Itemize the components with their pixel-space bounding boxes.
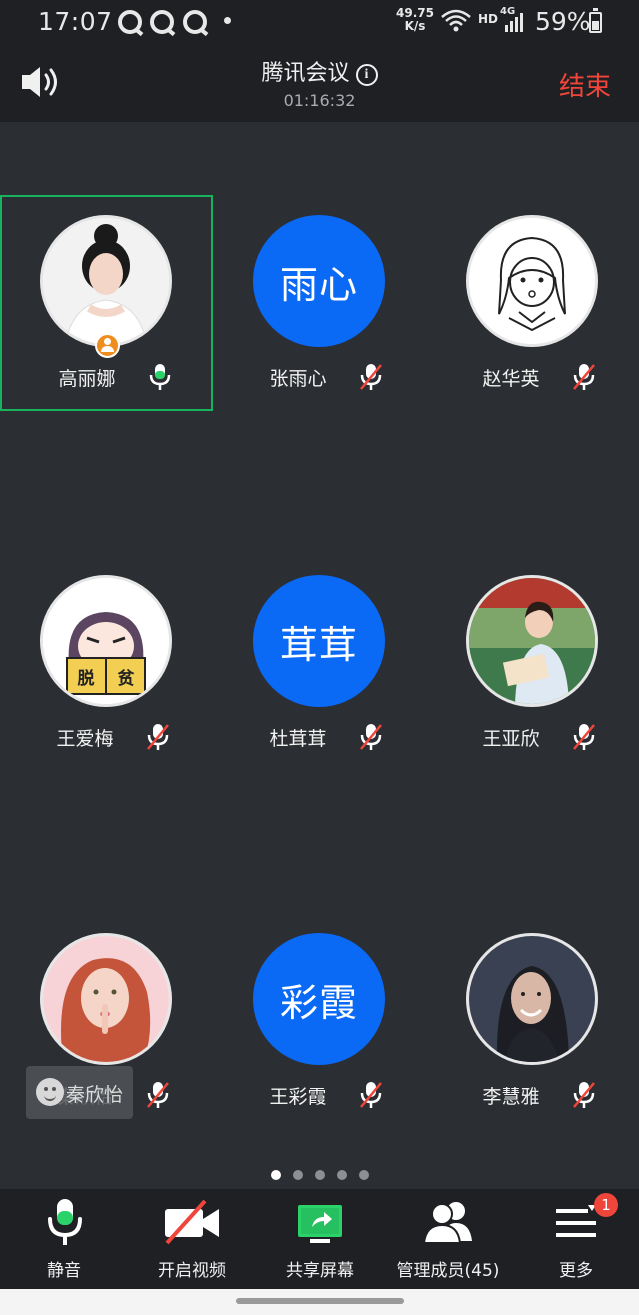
- page-indicator[interactable]: [0, 1165, 639, 1180]
- more-notifications-dot-icon: [224, 17, 231, 24]
- manage-members-button[interactable]: 管理成员(45): [384, 1189, 512, 1289]
- more-label: 更多: [559, 1261, 593, 1281]
- participant-tile[interactable]: 赵华英: [426, 195, 639, 411]
- menu-icon: [556, 1205, 596, 1237]
- mic-muted-icon: [573, 724, 595, 750]
- page-dot-active[interactable]: [270, 1170, 281, 1180]
- network-speed-unit: K/s: [404, 19, 426, 33]
- meeting-timer: 01:16:32: [283, 91, 356, 110]
- mic-muted-icon: [573, 1082, 595, 1108]
- participant-avatar: 彩霞: [253, 933, 385, 1065]
- participant-avatar: [466, 933, 598, 1065]
- wifi-icon: [441, 9, 471, 32]
- participant-avatar: 茸茸: [253, 575, 385, 707]
- participant-name-row: 王爱梅: [0, 723, 213, 751]
- participant-avatar: [466, 215, 598, 347]
- system-nav-bar: [0, 1289, 639, 1315]
- participant-tile[interactable]: 雨心 张雨心: [213, 195, 426, 411]
- page-dot[interactable]: [336, 1170, 347, 1180]
- home-handle[interactable]: [236, 1298, 404, 1304]
- battery-percent: 59%: [535, 7, 591, 36]
- participant-tile[interactable]: 高丽娜: [0, 195, 213, 411]
- participant-tile[interactable]: 脱 贫 王爱梅: [0, 555, 213, 771]
- status-bar: 17:07 49.75 K/s HD 4G 59%: [0, 0, 639, 44]
- hd-indicator: HD: [478, 12, 499, 26]
- meeting-header: 腾讯会议 i 01:16:32 结束: [0, 44, 639, 122]
- meeting-title: 腾讯会议 i: [0, 55, 639, 87]
- battery-icon: [589, 8, 602, 33]
- avatar-book-caption: 贫: [117, 668, 136, 689]
- info-icon[interactable]: i: [355, 64, 378, 86]
- start-video-label: 开启视频: [158, 1261, 226, 1281]
- floating-chip-text: 秦欣怡: [66, 1084, 124, 1106]
- participant-avatar: [40, 933, 172, 1065]
- bottom-toolbar: 静音 开启视频 共享屏幕 管理成员(45) 更多: [0, 1189, 639, 1289]
- participant-name-row: 张雨心: [213, 363, 426, 391]
- participant-name-row: 赵华英: [426, 363, 639, 391]
- participant-name-row: 高丽娜: [2, 363, 215, 391]
- participant-tile[interactable]: 李慧雅: [426, 913, 639, 1129]
- share-screen-icon: [298, 1205, 342, 1243]
- network-speed: 49.75 K/s: [394, 7, 436, 33]
- participant-avatar: 脱 贫: [40, 575, 172, 707]
- participant-tile[interactable]: 茸茸 杜茸茸: [213, 555, 426, 771]
- participant-avatar: 雨心: [253, 215, 385, 347]
- members-icon: [422, 1202, 472, 1244]
- video-off-icon: [165, 1199, 219, 1245]
- participant-avatar: [40, 215, 172, 347]
- share-screen-button[interactable]: 共享屏幕: [256, 1189, 384, 1289]
- notification-badge: 1: [594, 1193, 618, 1217]
- mic-muted-icon: [360, 364, 382, 390]
- start-video-button[interactable]: 开启视频: [128, 1189, 256, 1289]
- participant-name-row: 王彩霞: [213, 1081, 426, 1109]
- mic-muted-icon: [573, 364, 595, 390]
- mute-button[interactable]: 静音: [0, 1189, 128, 1289]
- mic-muted-icon: [147, 1082, 169, 1108]
- participant-name-row: 杜茸茸: [213, 723, 426, 751]
- microphone-icon: [48, 1199, 82, 1245]
- participant-name-row: 王亚欣: [426, 723, 639, 751]
- manage-members-label: 管理成员(45): [396, 1261, 500, 1281]
- floating-reaction-chip[interactable]: 秦欣怡: [26, 1066, 133, 1119]
- avatar-book-caption: 脱: [78, 668, 95, 689]
- share-screen-label: 共享屏幕: [286, 1261, 354, 1281]
- mute-label: 静音: [47, 1261, 81, 1281]
- qq-notification-icon: [183, 10, 207, 34]
- signal-icon: [505, 13, 523, 32]
- more-button[interactable]: 更多: [512, 1189, 639, 1289]
- page-dot[interactable]: [314, 1170, 325, 1180]
- qq-notification-icon: [118, 10, 142, 34]
- meeting-title-text: 腾讯会议: [261, 61, 350, 86]
- page-dot[interactable]: [358, 1170, 369, 1180]
- participant-tile[interactable]: 王亚欣: [426, 555, 639, 771]
- status-time: 17:07: [38, 7, 113, 36]
- end-meeting-button[interactable]: 结束: [559, 66, 611, 103]
- host-badge-icon: [95, 333, 120, 358]
- participant-avatar: [466, 575, 598, 707]
- participant-name-row: 李慧雅: [426, 1081, 639, 1109]
- mic-muted-icon: [360, 724, 382, 750]
- mic-muted-icon: [147, 724, 169, 750]
- qq-notification-icon: [150, 10, 174, 34]
- emoji-icon: [36, 1078, 64, 1106]
- mic-muted-icon: [360, 1082, 382, 1108]
- page-dot[interactable]: [292, 1170, 303, 1180]
- mic-on-icon: [149, 364, 171, 390]
- participant-tile[interactable]: 彩霞 王彩霞: [213, 913, 426, 1129]
